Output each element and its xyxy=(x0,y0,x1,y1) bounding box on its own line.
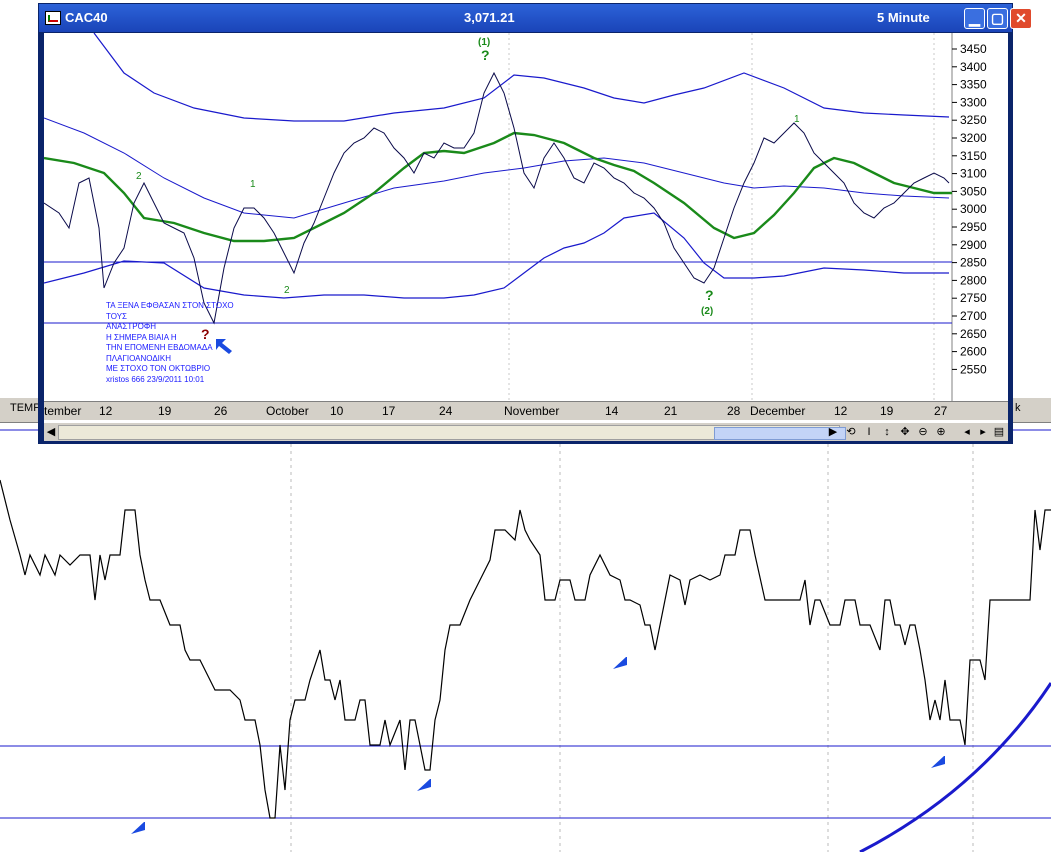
minimize-button[interactable]: ▁ xyxy=(964,8,985,29)
y-tick-label: 2700 xyxy=(960,309,987,323)
background-left-label: TEMP xyxy=(10,402,41,414)
wave-label-2a: 2 xyxy=(136,171,142,182)
y-tick-label: 3050 xyxy=(960,184,987,198)
y-tick-label: 2800 xyxy=(960,273,987,287)
y-tick-label: 2900 xyxy=(960,238,987,252)
y-tick-label: 3100 xyxy=(960,167,987,181)
title-bar[interactable]: CAC40 3,071.21 5 Minute ▁ ▢ ✕ xyxy=(39,4,1032,32)
upper-band xyxy=(93,33,950,122)
analysis-note: ΤΑ ΞΕΝΑ ΕΦΘΑΣΑΝ ΣΤΟΝ ΣΤΟΧΟ ΤΟΥΣ ΑΝΑΣΤΡΟΦ… xyxy=(106,301,234,385)
wave-label-1a: 1 xyxy=(250,179,256,190)
curve-line xyxy=(859,682,1051,852)
x-tick-label: 27 xyxy=(934,404,948,418)
y-tick-label: 2550 xyxy=(960,362,987,376)
x-tick-label: 28 xyxy=(727,404,741,418)
note-line: ΑΝΑΣΤΡΟΦΗ xyxy=(106,322,156,331)
x-tick-label: tember xyxy=(44,404,82,418)
interval-label: 5 Minute xyxy=(877,10,930,25)
note-line: ΤΗΝ ΕΠΟΜΕΝΗ ΕΒΔΟΜΑΔΑ xyxy=(106,343,213,352)
scroll-track[interactable] xyxy=(58,425,846,440)
refresh-icon[interactable]: ⟲ xyxy=(844,425,858,439)
y-tick-label: 2850 xyxy=(960,256,987,270)
x-tick-label: 14 xyxy=(605,404,619,418)
background-right-label: k xyxy=(1015,402,1021,414)
last-price: 3,071.21 xyxy=(464,10,515,25)
note-line: ΤΑ ΞΕΝΑ ΕΦΘΑΣΑΝ ΣΤΟΝ ΣΤΟΧΟ xyxy=(106,301,234,310)
chart-app-icon[interactable] xyxy=(45,11,61,25)
y-tick-label: 2950 xyxy=(960,220,987,234)
properties-icon[interactable]: ▤ xyxy=(992,425,1006,439)
scroll-left-icon[interactable]: ◀ xyxy=(44,425,58,439)
y-tick-label: 3250 xyxy=(960,113,987,127)
pan-icon[interactable]: ✥ xyxy=(898,425,912,439)
x-tick-label: 10 xyxy=(330,404,344,418)
scroll-right-icon[interactable]: ▶ xyxy=(826,425,840,439)
x-tick-label: 19 xyxy=(880,404,894,418)
wave-label-1c: 1 xyxy=(794,114,800,125)
y-tick-label: 3350 xyxy=(960,78,987,92)
note-line: ΤΟΥΣ xyxy=(106,311,127,321)
y-tick-label: 2650 xyxy=(960,327,987,341)
y-tick-label: 3450 xyxy=(960,42,987,56)
price-chart-area[interactable]: 3450 3400 3350 3300 3250 3200 3150 3100 3050 3000… xyxy=(44,33,1008,423)
page-right-icon[interactable]: ▸ xyxy=(976,425,990,439)
y-tick-label: 3200 xyxy=(960,131,987,145)
moving-average-line xyxy=(44,131,952,243)
maximize-button[interactable]: ▢ xyxy=(987,8,1008,29)
y-tick-label: 3000 xyxy=(960,202,987,216)
wave-question-bottom: ? xyxy=(705,287,714,303)
x-tick-label: 21 xyxy=(664,404,678,418)
date-axis: tember 12 19 26 October 10 17 24 November 14 21 28 D… xyxy=(44,401,1008,420)
note-line: ΜΕ ΣΤΟΧΟ ΤΟΝ ΟΚΤΩΒΡΙΟ xyxy=(106,364,211,373)
x-tick-label: 12 xyxy=(834,404,848,418)
y-tick-label: 3150 xyxy=(960,149,987,163)
y-tick-label: 3400 xyxy=(960,60,987,74)
x-tick-label: 26 xyxy=(214,404,228,418)
cursor-icon[interactable]: I xyxy=(862,425,876,439)
x-tick-label: 17 xyxy=(382,404,396,418)
scale-icon[interactable]: ↕ xyxy=(880,425,894,439)
wave-label-2-bottom: (2) xyxy=(701,306,713,317)
note-line: ΠΛΑΓΙΟΑΝΟΔΙΚΗ xyxy=(106,353,172,363)
y-tick-label: 2750 xyxy=(960,291,987,305)
window-title: CAC40 xyxy=(65,10,108,25)
wave-label-2b: 2 xyxy=(284,285,290,296)
x-tick-label: November xyxy=(504,404,560,418)
y-tick-label: 2600 xyxy=(960,345,987,359)
page-left-icon[interactable]: ◂ xyxy=(960,425,974,439)
indicator-line xyxy=(0,479,1051,819)
close-button[interactable]: ✕ xyxy=(1010,8,1032,29)
x-tick-label: 19 xyxy=(158,404,172,418)
x-tick-label: 12 xyxy=(99,404,113,418)
x-tick-label: 24 xyxy=(439,404,453,418)
x-tick-label: October xyxy=(266,404,309,418)
wave-question-top: ? xyxy=(481,47,490,63)
chart-scrollbar-toolbar[interactable]: ◀ ▶ ⟲ I ↕ ✥ ⊖ ⊕ ◂ ▸ ▤ xyxy=(44,422,1008,441)
zoom-in-icon[interactable]: ⊕ xyxy=(934,425,948,439)
zoom-out-icon[interactable]: ⊖ xyxy=(916,425,930,439)
chart-window[interactable]: CAC40 3,071.21 5 Minute ▁ ▢ ✕ 3450 3400 33… xyxy=(38,3,1032,444)
note-line: Η ΣΗΜΕΡΑ ΒΙΑΙΑ Η xyxy=(106,332,177,342)
x-tick-label: December xyxy=(750,404,806,418)
note-line: xristos 666 23/9/2011 10:01 xyxy=(106,374,205,384)
y-tick-label: 3300 xyxy=(960,95,987,109)
price-line xyxy=(44,71,950,325)
